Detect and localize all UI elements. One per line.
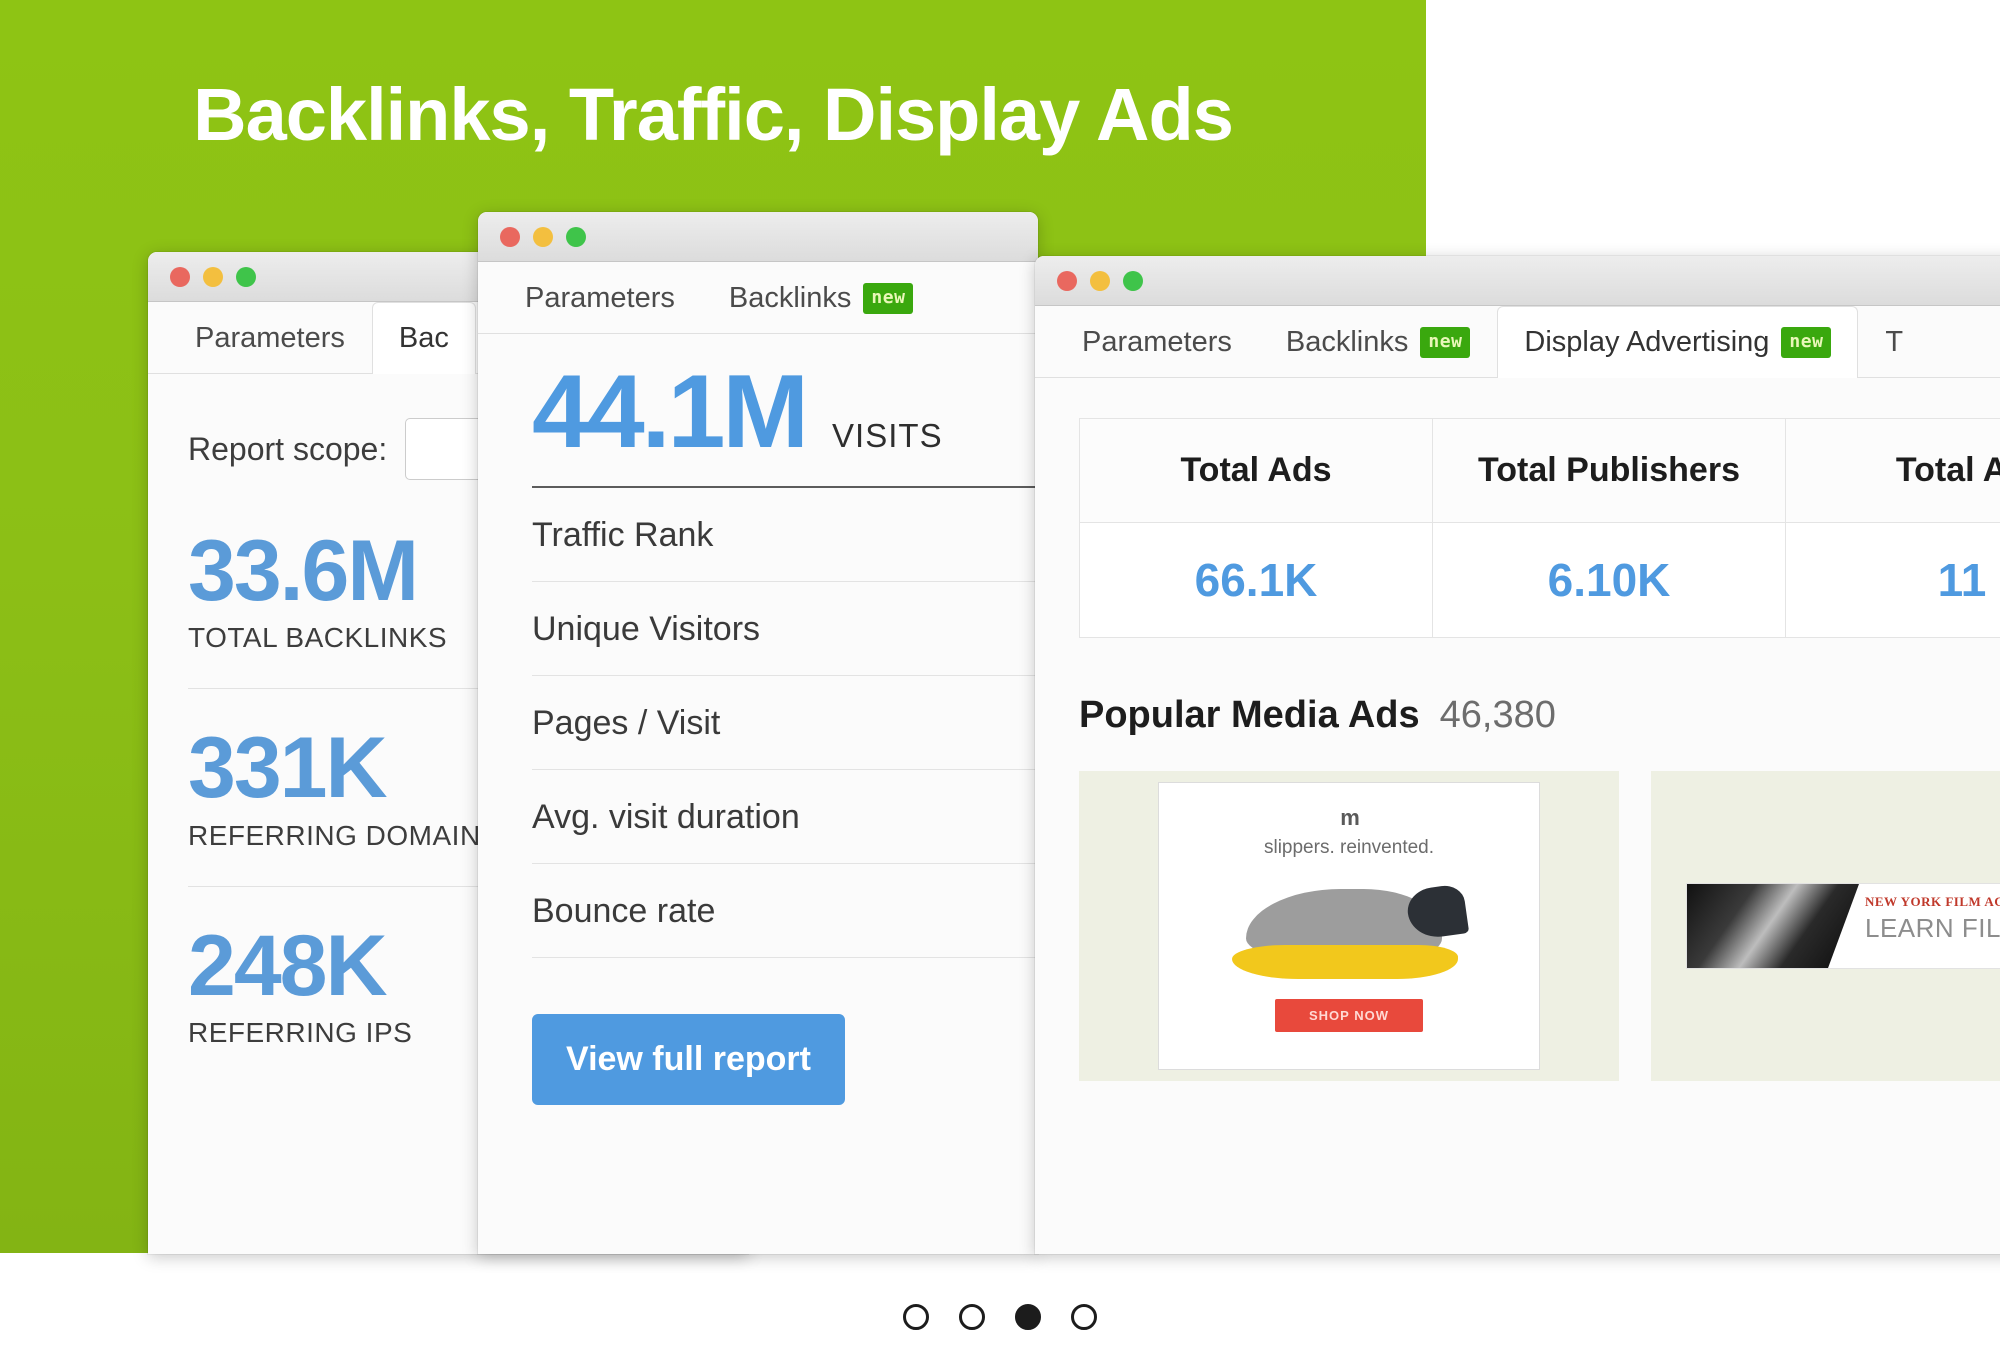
carousel-dot-2[interactable] bbox=[959, 1304, 985, 1330]
shop-now-button[interactable]: SHOP NOW bbox=[1275, 999, 1423, 1032]
tab-parameters[interactable]: Parameters bbox=[1055, 306, 1259, 377]
carousel-dot-1[interactable] bbox=[903, 1304, 929, 1330]
list-item[interactable]: Unique Visitors bbox=[532, 582, 1038, 676]
tab-label: Parameters bbox=[195, 321, 345, 354]
minimize-icon[interactable] bbox=[533, 226, 553, 247]
table-row: 66.1K 6.10K 11 bbox=[1079, 522, 2000, 638]
visits-summary: 44.1M VISITS bbox=[532, 360, 1038, 486]
tab-display-advertising[interactable]: Display Advertising new bbox=[1497, 306, 1859, 378]
ad-creative-body: NEW YORK FILM ACADEMY LEARN FILMMAKING bbox=[1686, 883, 2000, 969]
ad-creative-slipper[interactable]: m slippers. reinvented. SHOP NOW bbox=[1079, 771, 1619, 1081]
tab-traffic[interactable]: T bbox=[1858, 306, 1930, 377]
media-ads-count: 46,380 bbox=[1439, 694, 1556, 736]
visits-caption: VISITS bbox=[832, 417, 943, 454]
ad-tagline: slippers. reinvented. bbox=[1263, 837, 1435, 858]
close-icon[interactable] bbox=[170, 266, 190, 287]
window-ads-body: Total Ads Total Publishers Total Ad 66.1… bbox=[1035, 378, 2000, 1081]
titlebar bbox=[1035, 256, 2000, 306]
tabbar-traffic: Parameters Backlinks new bbox=[478, 262, 1038, 334]
list-item[interactable]: Bounce rate bbox=[532, 864, 1038, 958]
list-item[interactable]: Traffic Rank bbox=[532, 488, 1038, 582]
tab-label: Bac bbox=[398, 321, 449, 354]
tab-backlinks[interactable]: Bac bbox=[371, 302, 476, 374]
tab-label: Parameters bbox=[525, 281, 675, 314]
tab-parameters[interactable]: Parameters bbox=[168, 302, 372, 373]
cell-total-ads: 66.1K bbox=[1079, 522, 1433, 638]
list-item[interactable]: Pages / Visit bbox=[532, 676, 1038, 770]
window-traffic: Parameters Backlinks new 44.1M VISITS Tr… bbox=[478, 212, 1038, 1254]
column-header-total-advertisers: Total Ad bbox=[1785, 418, 2000, 523]
cell-total-advertisers: 11 bbox=[1785, 522, 2000, 638]
column-header-total-ads: Total Ads bbox=[1079, 418, 1433, 523]
traffic-metric-list: Traffic Rank Unique Visitors Pages / Vis… bbox=[532, 486, 1038, 958]
view-full-report-button[interactable]: View full report bbox=[532, 1014, 845, 1105]
minimize-icon[interactable] bbox=[203, 266, 223, 287]
page-title: Backlinks, Traffic, Display Ads bbox=[193, 73, 1234, 156]
section-title: Popular Media Ads bbox=[1079, 694, 1420, 736]
tab-label: Backlinks bbox=[728, 281, 852, 314]
titlebar bbox=[478, 212, 1038, 262]
close-icon[interactable] bbox=[500, 226, 520, 247]
tab-label: T bbox=[1885, 325, 1904, 358]
tab-label: Parameters bbox=[1082, 325, 1232, 358]
new-badge: new bbox=[1420, 326, 1471, 358]
ad-brand: NEW YORK FILM ACADEMY bbox=[1865, 894, 2000, 909]
window-traffic-body: 44.1M VISITS Traffic Rank Unique Visitor… bbox=[478, 334, 1038, 1105]
report-scope-label: Report scope: bbox=[188, 430, 388, 467]
tab-backlinks[interactable]: Backlinks new bbox=[702, 262, 941, 333]
cell-total-publishers: 6.10K bbox=[1432, 522, 1786, 638]
slipper-product-image bbox=[1224, 873, 1474, 983]
ad-creative-film-academy[interactable]: NEW YORK FILM ACADEMY LEARN FILMMAKING bbox=[1651, 771, 2000, 1081]
carousel-dot-4[interactable] bbox=[1071, 1304, 1097, 1330]
close-icon[interactable] bbox=[1057, 270, 1077, 291]
ad-creatives-row: m slippers. reinvented. SHOP NOW NEW YOR… bbox=[1079, 771, 2000, 1081]
maximize-icon[interactable] bbox=[1123, 270, 1143, 291]
tab-backlinks[interactable]: Backlinks new bbox=[1259, 306, 1498, 377]
new-badge: new bbox=[1781, 326, 1832, 358]
carousel-dot-3[interactable] bbox=[1015, 1304, 1041, 1330]
tabbar-display-advertising: Parameters Backlinks new Display Adverti… bbox=[1035, 306, 2000, 378]
minimize-icon[interactable] bbox=[1090, 270, 1110, 291]
film-photo-image bbox=[1687, 884, 1859, 968]
tab-parameters[interactable]: Parameters bbox=[498, 262, 702, 333]
ads-summary-table: Total Ads Total Publishers Total Ad 66.1… bbox=[1079, 418, 2000, 638]
window-display-advertising: Parameters Backlinks new Display Adverti… bbox=[1035, 256, 2000, 1254]
tab-label: Backlinks bbox=[1285, 325, 1409, 358]
list-item[interactable]: Avg. visit duration bbox=[532, 770, 1038, 864]
column-header-total-publishers: Total Publishers bbox=[1432, 418, 1786, 523]
popular-media-ads-header: Popular Media Ads 46,380 bbox=[1079, 694, 2000, 737]
ad-headline: LEARN FILMMAKING bbox=[1865, 913, 2000, 943]
ad-copy: NEW YORK FILM ACADEMY LEARN FILMMAKING bbox=[1859, 884, 2000, 968]
brand-logo-icon: m bbox=[1340, 805, 1360, 830]
new-badge: new bbox=[863, 282, 914, 314]
ad-creative-body: m slippers. reinvented. SHOP NOW bbox=[1158, 782, 1540, 1070]
table-header-row: Total Ads Total Publishers Total Ad bbox=[1079, 418, 2000, 523]
visits-value: 44.1M bbox=[532, 354, 809, 470]
carousel-pagination bbox=[0, 1304, 2000, 1330]
maximize-icon[interactable] bbox=[236, 266, 256, 287]
tab-label: Display Advertising bbox=[1524, 325, 1770, 358]
maximize-icon[interactable] bbox=[566, 226, 586, 247]
